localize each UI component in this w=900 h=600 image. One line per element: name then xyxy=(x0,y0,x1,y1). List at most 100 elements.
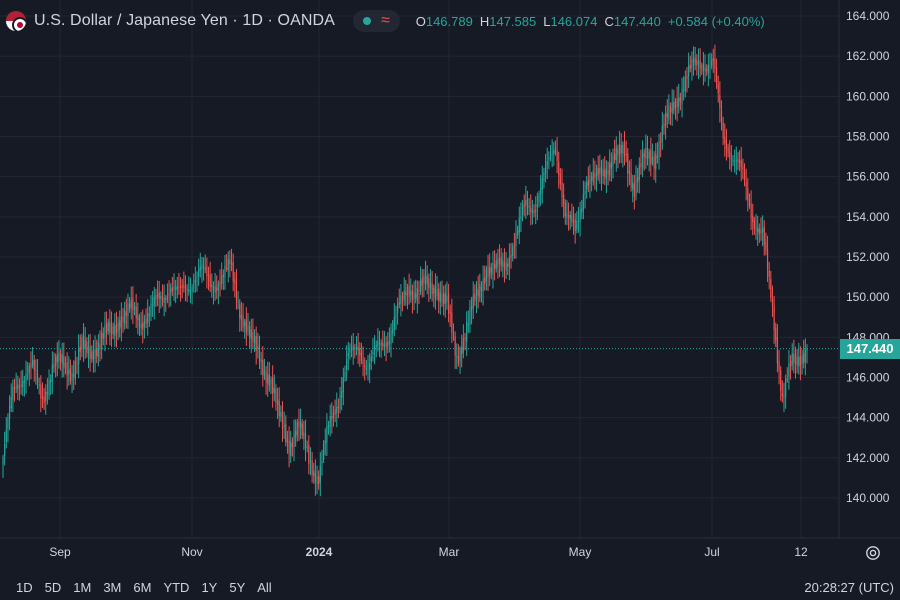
candle xyxy=(646,135,649,166)
candle xyxy=(480,281,483,303)
timeframe-ytd[interactable]: YTD xyxy=(163,580,195,595)
candle xyxy=(681,77,683,118)
price-tick-label: 162.000 xyxy=(846,49,890,63)
candle xyxy=(661,111,663,150)
utc-clock[interactable]: 20:28:27 (UTC) xyxy=(804,580,894,595)
candle xyxy=(609,149,611,181)
candle xyxy=(153,286,155,320)
candle xyxy=(415,279,417,304)
candle xyxy=(224,255,226,290)
price-chart[interactable]: 140.000142.000144.000146.000148.000150.0… xyxy=(0,0,900,600)
timeframe-1d[interactable]: 1D xyxy=(16,580,39,595)
timeframe-all[interactable]: All xyxy=(257,580,277,595)
candle xyxy=(124,301,126,330)
candle xyxy=(150,295,152,322)
candle xyxy=(30,351,32,380)
candle xyxy=(219,269,221,297)
candle xyxy=(623,131,626,166)
candle xyxy=(245,307,247,346)
candle xyxy=(798,342,800,375)
candle xyxy=(699,48,701,78)
candle xyxy=(517,225,519,239)
candle xyxy=(10,383,12,412)
price-tick-label: 164.000 xyxy=(846,9,890,23)
candle xyxy=(536,192,538,221)
candle xyxy=(715,58,718,89)
candle xyxy=(719,81,721,123)
candle xyxy=(632,174,634,203)
candle xyxy=(487,254,489,291)
candle xyxy=(267,361,269,397)
candle xyxy=(263,358,266,380)
candle xyxy=(535,196,537,225)
candle xyxy=(235,268,238,310)
candle xyxy=(641,140,644,178)
candle xyxy=(548,151,550,170)
candle xyxy=(105,311,108,345)
candle xyxy=(56,342,58,377)
candle xyxy=(586,176,588,199)
candle xyxy=(444,284,446,318)
candle xyxy=(540,175,542,206)
candle xyxy=(247,312,249,336)
candle xyxy=(110,311,113,347)
candle xyxy=(109,309,111,346)
timeframe-3m[interactable]: 3M xyxy=(103,580,127,595)
candle xyxy=(403,277,405,306)
timeframe-5d[interactable]: 5D xyxy=(45,580,68,595)
candle xyxy=(441,280,443,307)
timeframe-1m[interactable]: 1M xyxy=(73,580,97,595)
price-tick-label: 152.000 xyxy=(846,250,890,264)
candle xyxy=(45,384,47,415)
candle xyxy=(762,215,764,247)
candle xyxy=(58,340,60,369)
candle xyxy=(272,365,274,408)
candle xyxy=(786,367,788,383)
candle xyxy=(119,310,121,338)
market-status-pill[interactable]: ≈ xyxy=(352,10,400,32)
low-value: 146.074 xyxy=(550,13,598,29)
candle xyxy=(163,284,165,317)
candle xyxy=(660,132,662,158)
candle xyxy=(41,382,44,409)
candle xyxy=(286,430,289,454)
candle xyxy=(638,157,640,194)
time-axis[interactable]: Sep Nov 2024 Mar May Jul 12 xyxy=(49,545,808,559)
candle xyxy=(469,299,471,334)
candle xyxy=(665,105,667,140)
candle xyxy=(301,419,303,440)
price-axis[interactable]: 140.000142.000144.000146.000148.000150.0… xyxy=(846,9,890,505)
candle xyxy=(706,64,708,77)
price-tick-label: 144.000 xyxy=(846,411,890,425)
candle xyxy=(773,295,775,344)
candle xyxy=(451,298,453,344)
candle xyxy=(464,332,466,351)
candle xyxy=(290,430,292,463)
candle xyxy=(275,384,277,411)
candle xyxy=(475,281,478,314)
candle xyxy=(467,310,469,333)
candle xyxy=(168,280,170,308)
candle xyxy=(314,459,316,496)
candle xyxy=(5,416,7,449)
candle xyxy=(627,148,629,188)
candle xyxy=(91,345,93,363)
candle xyxy=(651,143,654,166)
candle xyxy=(799,346,802,381)
candle xyxy=(438,283,440,314)
candle xyxy=(648,148,650,172)
high-value: 147.585 xyxy=(489,13,537,29)
candle xyxy=(546,147,548,179)
candle xyxy=(137,302,139,335)
candle xyxy=(341,377,343,411)
candle xyxy=(273,374,275,402)
candle xyxy=(474,284,476,306)
candle xyxy=(339,386,341,414)
symbol-title[interactable]: U.S. Dollar / Japanese Yen · 1D · OANDA xyxy=(34,12,335,30)
candle xyxy=(40,375,42,413)
gear-icon[interactable] xyxy=(863,543,883,563)
timeframe-6m[interactable]: 6M xyxy=(133,580,157,595)
candle xyxy=(156,280,159,307)
timeframe-1y[interactable]: 1Y xyxy=(201,580,223,595)
timeframe-5y[interactable]: 5Y xyxy=(229,580,251,595)
